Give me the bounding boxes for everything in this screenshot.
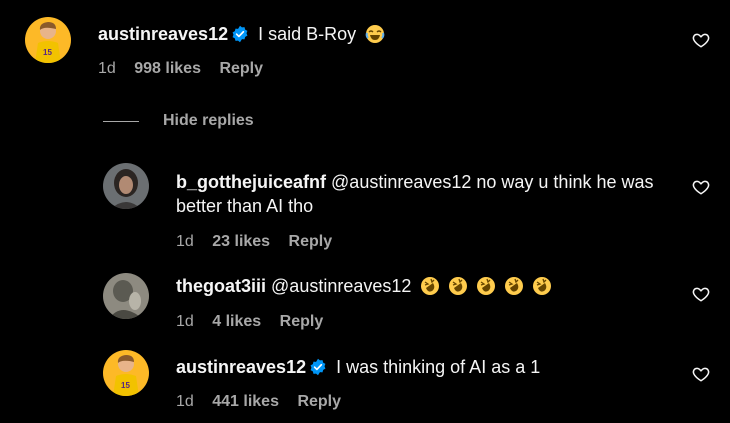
comment-text: @austinreaves12 [271,276,412,296]
comment-meta: 1d 4 likes Reply [176,312,337,332]
reply-button[interactable]: Reply [297,393,341,410]
comment-meta: 1d 441 likes Reply [176,392,355,412]
comment-body: austinreaves12 I said B-Roy [98,22,658,50]
heart-outline-icon[interactable] [692,31,710,49]
comment-username[interactable]: austinreaves12 [176,357,306,377]
svg-text:15: 15 [121,381,130,390]
avatar[interactable] [103,273,149,319]
rolling-laughing-emoji-icon [421,276,553,296]
likes-count[interactable]: 4 likes [212,313,261,330]
divider-line [103,120,139,122]
heart-outline-icon[interactable] [692,365,710,383]
comment-meta: 1d 998 likes Reply [98,59,277,79]
avatar[interactable]: 15 [103,350,149,396]
comment-age: 1d [98,60,116,77]
avatar-image: 15 [103,350,149,396]
hide-replies-button[interactable]: Hide replies [103,110,254,132]
hide-replies-label: Hide replies [163,112,254,129]
likes-count[interactable]: 23 likes [212,233,270,250]
avatar-image [103,273,149,319]
comment-username[interactable]: austinreaves12 [98,24,228,44]
avatar[interactable] [103,163,149,209]
likes-count[interactable]: 441 likes [212,393,279,410]
laughing-emoji-icon [365,24,385,50]
heart-outline-icon[interactable] [692,285,710,303]
avatar[interactable]: 15 [25,17,71,63]
comment-body: thegoat3iii @austinreaves12 [176,274,676,302]
comment-text: I said B-Roy [258,24,357,44]
verified-badge-icon [232,25,248,43]
comment-body: b_gotthejuiceafnf @austinreaves12 no way… [176,170,676,218]
comment-age: 1d [176,393,194,410]
comment-meta: 1d 23 likes Reply [176,232,346,252]
rofl-emoji-icons [420,276,560,302]
comment-text: I was thinking of AI as a 1 [336,357,541,377]
comment-username[interactable]: thegoat3iii [176,276,266,296]
reply-button[interactable]: Reply [219,60,263,77]
verified-badge-icon [310,358,326,376]
comment-body: austinreaves12 I was thinking of AI as a… [176,355,676,379]
comment-username[interactable]: b_gotthejuiceafnf [176,172,326,192]
heart-outline-icon[interactable] [692,178,710,196]
svg-text:15: 15 [43,48,52,57]
reply-button[interactable]: Reply [289,233,333,250]
likes-count[interactable]: 998 likes [134,60,201,77]
comment-age: 1d [176,313,194,330]
comment-age: 1d [176,233,194,250]
reply-button[interactable]: Reply [280,313,324,330]
avatar-image [103,163,149,209]
avatar-image: 15 [25,17,71,63]
